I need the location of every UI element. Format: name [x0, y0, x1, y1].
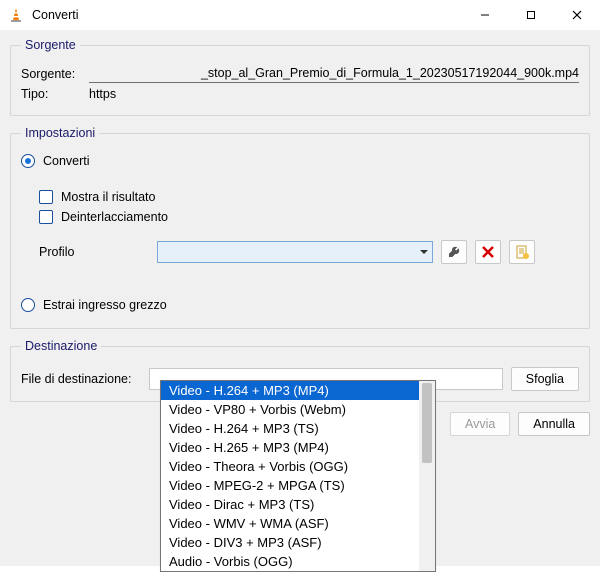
wrench-icon — [447, 245, 461, 259]
profile-option[interactable]: Video - Dirac + MP3 (TS) — [161, 495, 419, 514]
profile-combobox[interactable] — [157, 241, 433, 263]
window-title: Converti — [32, 8, 462, 22]
destination-file-label: File di destinazione: — [21, 372, 141, 386]
edit-profile-button[interactable] — [441, 240, 467, 264]
convert-radio[interactable] — [21, 154, 35, 168]
deinterlace-label: Deinterlacciamento — [61, 210, 168, 224]
minimize-button[interactable] — [462, 0, 508, 30]
convert-label: Converti — [43, 154, 90, 168]
settings-legend: Impostazioni — [21, 126, 99, 140]
profile-option[interactable]: Video - H.264 + MP3 (MP4) — [161, 381, 419, 400]
source-group: Sorgente Sorgente: _stop_al_Gran_Premio_… — [10, 38, 590, 116]
source-label: Sorgente: — [21, 67, 83, 81]
dump-raw-label: Estrai ingresso grezzo — [43, 298, 167, 312]
settings-group: Impostazioni Converti Mostra il risultat… — [10, 126, 590, 329]
profile-option[interactable]: Video - VP80 + Vorbis (Webm) — [161, 400, 419, 419]
dump-raw-radio[interactable] — [21, 298, 35, 312]
browse-button[interactable]: Sfoglia — [511, 367, 579, 391]
delete-profile-button[interactable] — [475, 240, 501, 264]
profile-label: Profilo — [39, 245, 149, 259]
delete-icon — [482, 246, 494, 258]
new-profile-button[interactable] — [509, 240, 535, 264]
profile-option[interactable]: Video - MPEG-2 + MPGA (TS) — [161, 476, 419, 495]
profile-option[interactable]: Video - WMV + WMA (ASF) — [161, 514, 419, 533]
cancel-button[interactable]: Annulla — [518, 412, 590, 436]
profile-option[interactable]: Video - H.264 + MP3 (TS) — [161, 419, 419, 438]
scrollbar-thumb[interactable] — [422, 383, 432, 463]
deinterlace-checkbox[interactable] — [39, 210, 53, 224]
dropdown-scrollbar[interactable] — [419, 381, 435, 571]
destination-legend: Destinazione — [21, 339, 101, 353]
maximize-button[interactable] — [508, 0, 554, 30]
source-legend: Sorgente — [21, 38, 80, 52]
type-label: Tipo: — [21, 87, 83, 101]
profile-dropdown-list: Video - H.264 + MP3 (MP4) Video - VP80 +… — [160, 380, 436, 572]
show-result-checkbox[interactable] — [39, 190, 53, 204]
close-button[interactable] — [554, 0, 600, 30]
type-value: https — [89, 87, 116, 101]
titlebar: Converti — [0, 0, 600, 30]
profile-option[interactable]: Video - H.265 + MP3 (MP4) — [161, 438, 419, 457]
profile-option[interactable]: Video - Theora + Vorbis (OGG) — [161, 457, 419, 476]
show-result-label: Mostra il risultato — [61, 190, 155, 204]
new-profile-icon — [515, 245, 529, 259]
vlc-cone-icon — [8, 7, 24, 23]
profile-option[interactable]: Video - DIV3 + MP3 (ASF) — [161, 533, 419, 552]
source-field[interactable]: _stop_al_Gran_Premio_di_Formula_1_202305… — [89, 64, 579, 83]
profile-option[interactable]: Audio - Vorbis (OGG) — [161, 552, 419, 571]
dialog-body: Sorgente Sorgente: _stop_al_Gran_Premio_… — [0, 30, 600, 566]
start-button[interactable]: Avvia — [450, 412, 510, 436]
chevron-down-icon — [418, 246, 430, 258]
